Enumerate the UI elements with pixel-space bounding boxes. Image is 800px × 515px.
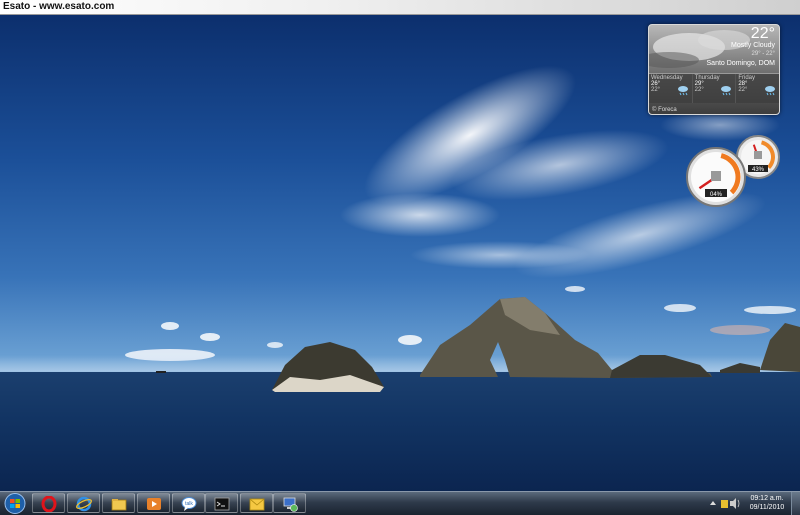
system-tray: 09:12 a.m. 09/11/2010: [703, 492, 800, 515]
weather-provider: © Foreca: [652, 107, 677, 113]
clock[interactable]: 09:12 a.m. 09/11/2010: [747, 494, 787, 512]
meter-dials: 43% 04%: [686, 135, 780, 207]
taskbar-gtalk-button[interactable]: talk: [172, 493, 205, 513]
folder-icon: [111, 499, 127, 511]
weather-gadget[interactable]: 22° Mostly Cloudy 29° - 22° Santo Doming…: [648, 24, 780, 115]
svg-text:talk: talk: [185, 501, 193, 507]
rain-cloud-icon: [721, 86, 732, 96]
volume-icon: [730, 501, 733, 506]
mail-icon: [249, 498, 265, 511]
memory-percent-label: 43%: [752, 167, 765, 173]
tray-icons: [710, 498, 740, 509]
current-temperature: 22°: [750, 25, 775, 42]
talk-icon: talk: [181, 497, 197, 511]
taskbar-cmd-button[interactable]: [205, 493, 238, 513]
media-player-icon: [147, 498, 161, 510]
taskbar-outlook-button[interactable]: [240, 493, 273, 513]
taskbar-network-app-button[interactable]: [273, 493, 306, 513]
action-center-icon: [721, 500, 728, 508]
taskbar-media-player-button[interactable]: [137, 493, 170, 513]
network-app-icon: [283, 497, 298, 512]
ie-icon: [76, 496, 92, 512]
console-icon: [214, 497, 230, 511]
cpu-meter-gadget[interactable]: 43% 04%: [684, 135, 784, 207]
banner-title: Esato - www.esato.com: [3, 1, 115, 12]
cpu-dial: 04%: [686, 147, 746, 207]
title-banner: Esato - www.esato.com: [0, 0, 800, 15]
show-hidden-icons-icon: [710, 501, 716, 505]
cpu-percent-label: 04%: [710, 192, 723, 198]
rain-cloud-icon: [677, 86, 688, 96]
rain-cloud-icon: [765, 86, 776, 96]
weather-location: Santo Domingo, DOM: [706, 60, 775, 67]
forecast-day: Wednesday 26° 22°: [649, 74, 693, 103]
taskbar-explorer-button[interactable]: [102, 493, 135, 513]
start-button[interactable]: [3, 493, 27, 514]
show-desktop-button[interactable]: [791, 492, 800, 515]
taskbar-ie-button[interactable]: [67, 493, 100, 513]
forecast-strip: Wednesday 26° 22° Thursday 29° 22° Frida…: [649, 73, 779, 103]
temperature-range: 29° - 22°: [751, 51, 775, 57]
clock-date: 09/11/2010: [749, 504, 785, 511]
clock-time: 09:12 a.m.: [750, 495, 784, 502]
taskbar: talk 09:12 a.m. 09/11/2010: [0, 491, 800, 515]
taskbar-opera-button[interactable]: [32, 493, 65, 513]
weather-condition: Mostly Cloudy: [731, 42, 775, 49]
forecast-day: Thursday 29° 22°: [693, 74, 737, 103]
forecast-day: Friday 28° 22°: [736, 74, 779, 103]
opera-icon: [41, 496, 57, 512]
